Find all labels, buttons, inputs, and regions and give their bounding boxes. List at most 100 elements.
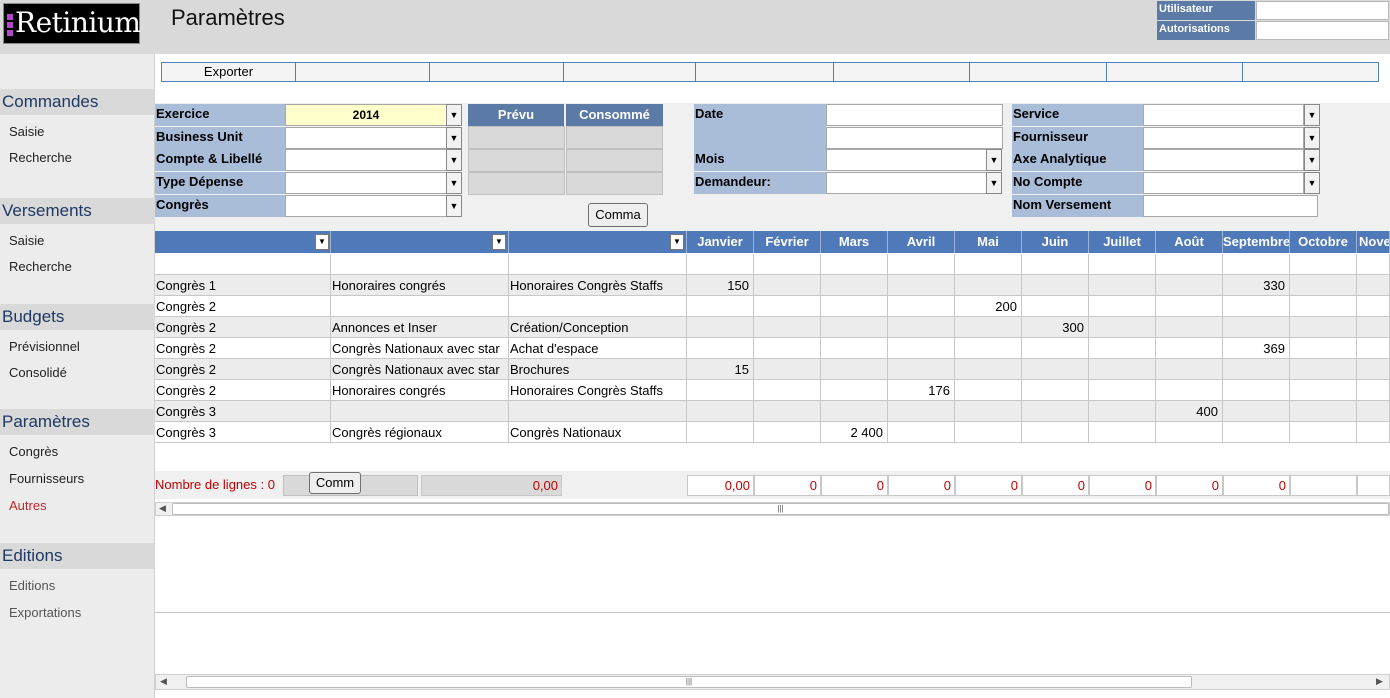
month-cell[interactable]: 300 bbox=[1022, 317, 1089, 338]
toolbar-button-7[interactable] bbox=[970, 63, 1107, 81]
month-cell[interactable] bbox=[1156, 338, 1223, 359]
month-cell[interactable]: 150 bbox=[687, 275, 754, 296]
month-cell[interactable] bbox=[1290, 275, 1357, 296]
month-cell[interactable] bbox=[687, 401, 754, 422]
sidebar-item-commandes-recherche[interactable]: Recherche bbox=[9, 150, 72, 165]
month-cell[interactable]: 400 bbox=[1156, 401, 1223, 422]
month-cell[interactable]: 330 bbox=[1223, 275, 1290, 296]
table-cell[interactable] bbox=[509, 401, 687, 422]
compte-select[interactable] bbox=[285, 149, 447, 171]
exercice-select[interactable]: 2014 bbox=[285, 104, 447, 126]
month-cell[interactable] bbox=[955, 338, 1022, 359]
month-cell[interactable] bbox=[955, 380, 1022, 401]
month-cell[interactable]: 369 bbox=[1223, 338, 1290, 359]
month-cell[interactable] bbox=[1089, 254, 1156, 275]
month-header[interactable]: Août bbox=[1156, 231, 1223, 253]
page-horizontal-scrollbar[interactable]: ◀ ||| ▶ bbox=[155, 674, 1390, 690]
month-cell[interactable] bbox=[1156, 422, 1223, 443]
month-cell[interactable] bbox=[754, 275, 821, 296]
month-cell[interactable] bbox=[687, 254, 754, 275]
month-cell[interactable] bbox=[1089, 380, 1156, 401]
table-cell[interactable]: Congrès Nationaux bbox=[509, 422, 687, 443]
month-cell[interactable] bbox=[687, 338, 754, 359]
table-cell[interactable]: Congrès Nationaux avec star bbox=[331, 359, 509, 380]
month-cell[interactable] bbox=[1089, 275, 1156, 296]
month-cell[interactable] bbox=[955, 401, 1022, 422]
month-header[interactable]: Octobre bbox=[1290, 231, 1357, 253]
month-cell[interactable] bbox=[754, 338, 821, 359]
month-cell[interactable] bbox=[1223, 317, 1290, 338]
month-cell[interactable] bbox=[888, 338, 955, 359]
page-scroll-thumb[interactable]: ||| bbox=[186, 676, 1192, 688]
date-to-field[interactable] bbox=[826, 127, 1003, 149]
month-cell[interactable] bbox=[1357, 359, 1390, 380]
month-cell[interactable] bbox=[821, 317, 888, 338]
export-button[interactable]: Exporter bbox=[162, 63, 296, 81]
table-cell[interactable] bbox=[509, 254, 687, 275]
month-cell[interactable] bbox=[1290, 338, 1357, 359]
month-cell[interactable] bbox=[1290, 401, 1357, 422]
table-cell[interactable] bbox=[331, 296, 509, 317]
sidebar-item-consolide[interactable]: Consolidé bbox=[9, 365, 67, 380]
demandeur-dropdown-icon[interactable]: ▼ bbox=[986, 172, 1002, 194]
table-row[interactable]: Congrès 2 200 bbox=[155, 296, 1390, 317]
month-cell[interactable] bbox=[888, 359, 955, 380]
month-cell[interactable] bbox=[1223, 380, 1290, 401]
month-cell[interactable] bbox=[955, 254, 1022, 275]
month-cell[interactable] bbox=[1089, 338, 1156, 359]
axe-analytique-select[interactable] bbox=[1143, 149, 1304, 171]
table-row[interactable]: Congrès 3 400 bbox=[155, 401, 1390, 422]
month-cell[interactable] bbox=[955, 317, 1022, 338]
table-cell[interactable]: Brochures bbox=[509, 359, 687, 380]
month-header[interactable]: Mars bbox=[821, 231, 888, 253]
sidebar-item-autres[interactable]: Autres bbox=[9, 498, 47, 513]
page-scroll-left-icon[interactable]: ◀ bbox=[160, 676, 167, 687]
month-cell[interactable]: 176 bbox=[888, 380, 955, 401]
table-cell[interactable]: Congrès 2 bbox=[155, 338, 331, 359]
month-cell[interactable] bbox=[754, 422, 821, 443]
month-cell[interactable] bbox=[888, 422, 955, 443]
month-cell[interactable] bbox=[955, 422, 1022, 443]
scroll-left-icon[interactable]: ◀ bbox=[159, 503, 166, 514]
month-cell[interactable] bbox=[1357, 401, 1390, 422]
sidebar-item-exportations[interactable]: Exportations bbox=[9, 605, 81, 620]
business-unit-select[interactable] bbox=[285, 127, 447, 149]
business-unit-dropdown-icon[interactable]: ▼ bbox=[446, 127, 462, 149]
no-compte-select[interactable] bbox=[1143, 172, 1304, 194]
month-cell[interactable]: 2 400 bbox=[821, 422, 888, 443]
month-cell[interactable] bbox=[1290, 317, 1357, 338]
month-cell[interactable] bbox=[821, 275, 888, 296]
month-cell[interactable] bbox=[1022, 401, 1089, 422]
table-cell[interactable] bbox=[509, 296, 687, 317]
month-cell[interactable] bbox=[1156, 275, 1223, 296]
table-cell[interactable]: Honoraires Congrès Staffs bbox=[509, 275, 687, 296]
table-cell[interactable]: Honoraires congrés bbox=[331, 380, 509, 401]
type-depense-dropdown-icon[interactable]: ▼ bbox=[446, 172, 462, 194]
sidebar-item-commandes-saisie[interactable]: Saisie bbox=[9, 124, 44, 139]
month-header[interactable]: Septembre bbox=[1223, 231, 1290, 253]
month-cell[interactable] bbox=[955, 359, 1022, 380]
month-cell[interactable] bbox=[1290, 422, 1357, 443]
month-cell[interactable] bbox=[754, 296, 821, 317]
month-cell[interactable] bbox=[1022, 275, 1089, 296]
grid-col-header-2[interactable] bbox=[331, 231, 509, 253]
type-depense-select[interactable] bbox=[285, 172, 447, 194]
month-cell[interactable] bbox=[687, 422, 754, 443]
month-cell[interactable] bbox=[754, 317, 821, 338]
month-cell[interactable] bbox=[1089, 296, 1156, 317]
month-cell[interactable] bbox=[955, 275, 1022, 296]
table-cell[interactable]: Annonces et Inser bbox=[331, 317, 509, 338]
table-cell[interactable]: Congrès 1 bbox=[155, 275, 331, 296]
table-row[interactable]: Congrès 2 Annonces et Inser Création/Conce… bbox=[155, 317, 1390, 338]
month-cell[interactable] bbox=[687, 296, 754, 317]
month-cell[interactable] bbox=[1290, 296, 1357, 317]
month-cell[interactable] bbox=[1022, 359, 1089, 380]
table-cell[interactable]: Achat d'espace bbox=[509, 338, 687, 359]
month-header[interactable]: Février bbox=[754, 231, 821, 253]
month-cell[interactable] bbox=[821, 338, 888, 359]
table-cell[interactable]: Création/Conception bbox=[509, 317, 687, 338]
month-cell[interactable] bbox=[1357, 317, 1390, 338]
table-cell[interactable]: Congrès 2 bbox=[155, 359, 331, 380]
month-cell[interactable] bbox=[1223, 359, 1290, 380]
month-header[interactable]: Avril bbox=[888, 231, 955, 253]
